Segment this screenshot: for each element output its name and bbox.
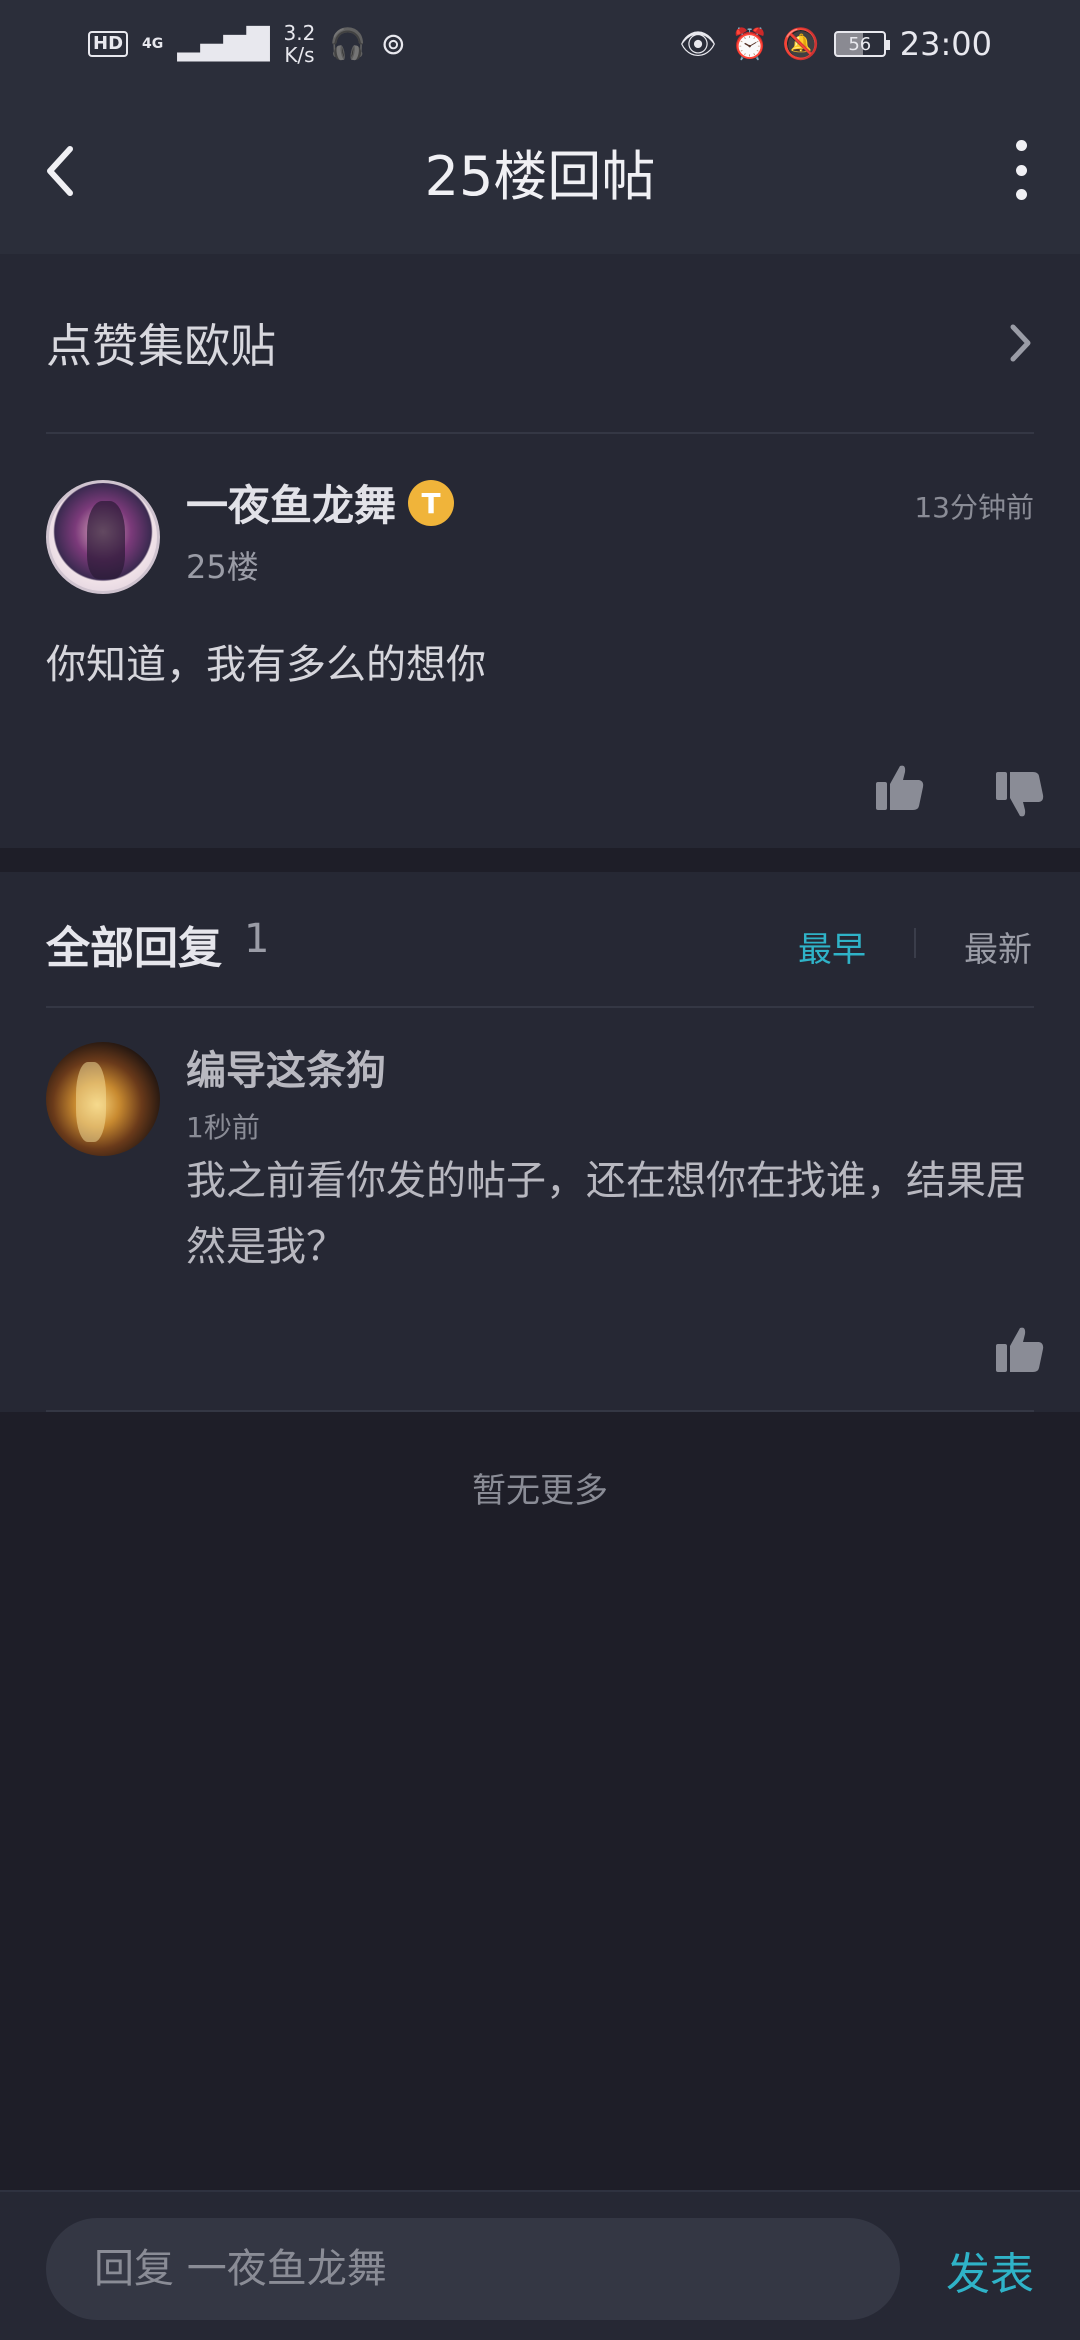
thread-entry-row[interactable]: 点赞集欧贴 bbox=[0, 254, 1080, 432]
clock: 23:00 bbox=[899, 25, 992, 63]
sort-divider bbox=[914, 928, 916, 958]
avatar[interactable] bbox=[46, 480, 160, 594]
post-time: 13分钟前 bbox=[914, 491, 1034, 524]
reply-bar: 发表 bbox=[0, 2190, 1080, 2340]
divider bbox=[46, 432, 1034, 434]
reply-author-name[interactable]: 编导这条狗 bbox=[186, 1038, 386, 1096]
bell-off-icon: 🔕 bbox=[782, 26, 820, 62]
reply-time: 1秒前 bbox=[186, 1111, 260, 1144]
page-title: 25楼回帖 bbox=[424, 144, 656, 208]
chevron-right-icon bbox=[1010, 324, 1031, 362]
reply-content: 我之前看你发的帖子，还在想你在找谁，结果居然是我？ bbox=[186, 1158, 1026, 1270]
back-button[interactable] bbox=[42, 138, 92, 204]
replies-header: 全部回复 1 最早 最新 bbox=[0, 872, 1080, 1008]
speed-unit: K/s bbox=[284, 43, 315, 67]
post-author-name[interactable]: 一夜鱼龙舞 bbox=[186, 472, 396, 533]
hd-icon: HD bbox=[88, 31, 129, 57]
level-badge: T bbox=[408, 480, 454, 526]
nav-bar: 25楼回帖 bbox=[0, 88, 1080, 254]
sort-earliest-tab[interactable]: 最早 bbox=[798, 922, 866, 971]
weibo-icon: ⊚ bbox=[380, 26, 406, 62]
status-bar: HD 4G ▂▄▆█ 3.2 K/s 🎧 ⊚ 👁 ⏰ 🔕 56 23:00 bbox=[0, 0, 1080, 88]
send-button[interactable]: 发表 bbox=[946, 2238, 1034, 2302]
sort-latest-tab[interactable]: 最新 bbox=[964, 922, 1032, 971]
battery-icon: 56 bbox=[833, 31, 890, 57]
no-more-text: 暂无更多 bbox=[472, 1470, 608, 1511]
chevron-left-icon bbox=[47, 146, 73, 196]
avatar[interactable] bbox=[46, 1042, 160, 1156]
headphones-icon: 🎧 bbox=[329, 26, 367, 62]
more-menu-button[interactable] bbox=[1010, 140, 1032, 200]
replies-count: 1 bbox=[244, 916, 270, 962]
thumbs-up-icon[interactable] bbox=[874, 762, 926, 814]
thumbs-down-icon[interactable] bbox=[994, 768, 1046, 820]
network-type: 4G bbox=[142, 36, 164, 52]
list-item: 编导这条狗 1秒前 我之前看你发的帖子，还在想你在找谁，结果居然是我？ bbox=[0, 1008, 1080, 1412]
network-speed: 3.2 K/s bbox=[284, 22, 316, 66]
floor-number: 25楼 bbox=[186, 548, 259, 586]
thumbs-up-icon[interactable] bbox=[994, 1324, 1046, 1376]
status-bar-left: HD 4G ▂▄▆█ 3.2 K/s 🎧 ⊚ bbox=[88, 22, 406, 66]
reply-input[interactable] bbox=[46, 2218, 900, 2320]
status-bar-right: 👁 ⏰ 🔕 56 23:00 bbox=[679, 25, 992, 63]
post-content: 你知道，我有多么的想你 bbox=[46, 642, 486, 688]
section-gap bbox=[0, 848, 1080, 872]
signal-icon: ▂▄▆█ bbox=[177, 26, 270, 62]
more-dot-icon bbox=[1015, 189, 1027, 200]
more-dot-icon bbox=[1015, 140, 1027, 151]
eye-icon: 👁 bbox=[678, 26, 718, 62]
more-dot-icon bbox=[1015, 164, 1027, 176]
replies-title: 全部回复 bbox=[46, 923, 222, 974]
alarm-icon: ⏰ bbox=[731, 26, 769, 62]
floor-post: 一夜鱼龙舞 T 25楼 13分钟前 你知道，我有多么的想你 bbox=[0, 432, 1080, 848]
speed-value: 3.2 bbox=[283, 21, 316, 45]
thread-entry-label: 点赞集欧贴 bbox=[46, 319, 276, 373]
